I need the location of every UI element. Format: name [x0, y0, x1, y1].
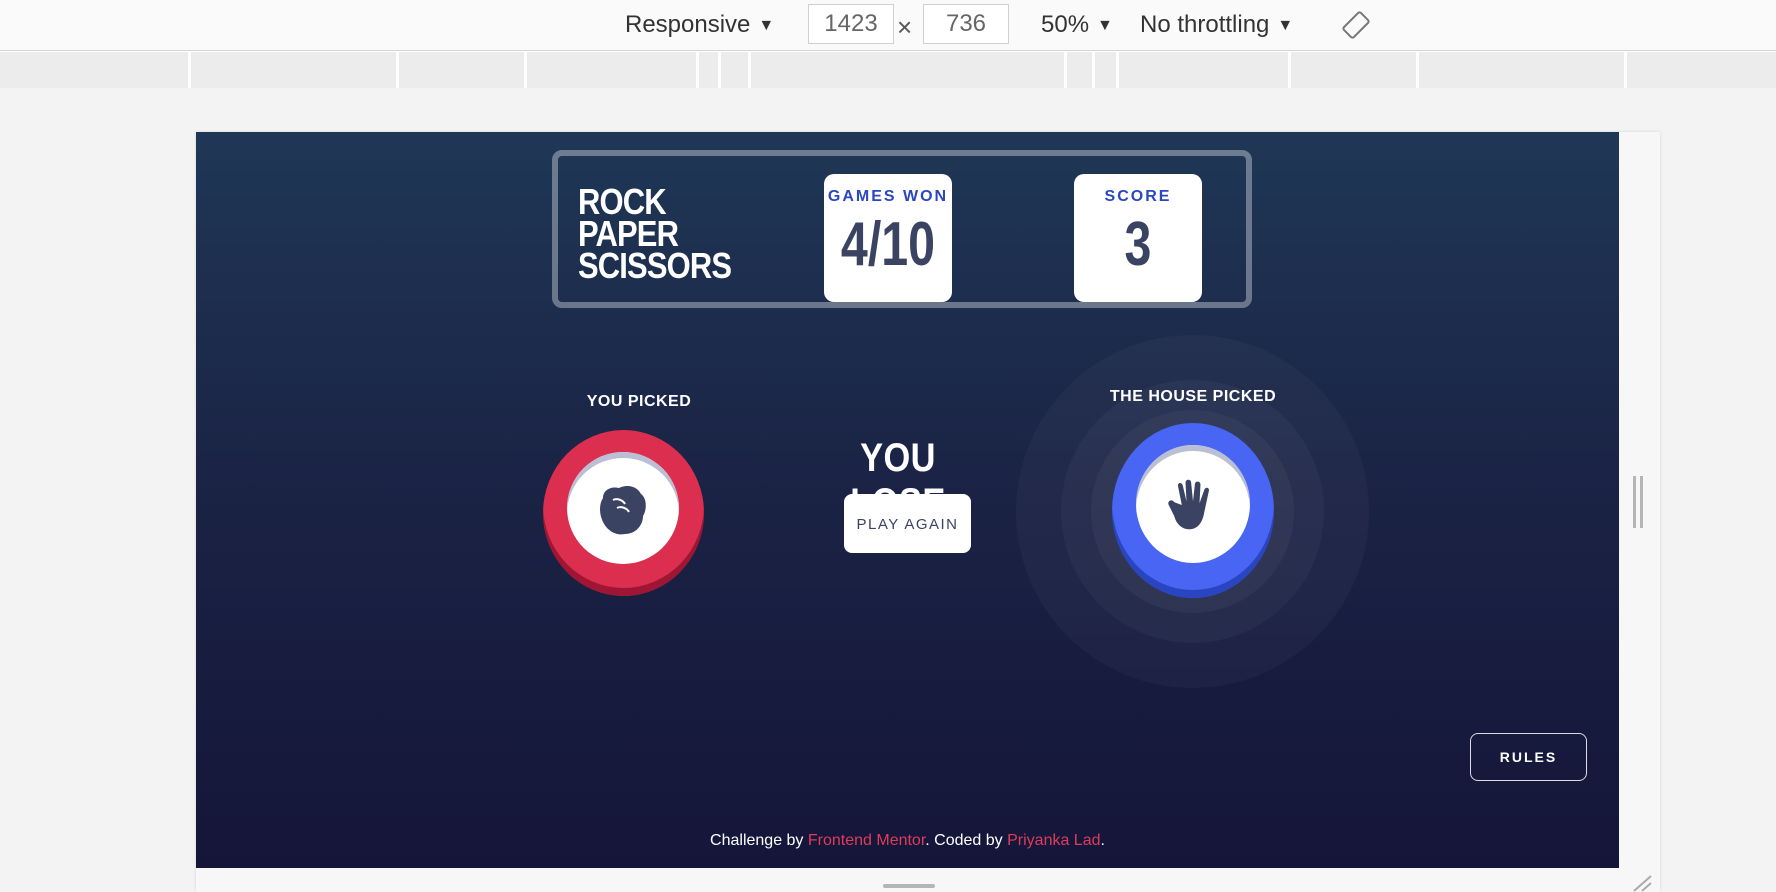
author-link[interactable]: Priyanka Lad	[1007, 832, 1100, 849]
device-select[interactable]: Responsive ▼	[625, 10, 774, 40]
zoom-select[interactable]: 50% ▼	[1041, 10, 1113, 40]
attribution-suffix: .	[1100, 832, 1105, 849]
games-won-box: GAMES WON 4/10	[824, 174, 952, 302]
house-picked-label: THE HOUSE PICKED	[1109, 388, 1277, 405]
resize-corner-icon[interactable]	[1632, 874, 1652, 892]
title-line-scissors: SCISSORS	[578, 245, 732, 286]
chevron-down-icon: ▼	[1097, 17, 1113, 34]
throttling-select[interactable]: No throttling ▼	[1140, 10, 1293, 40]
score-value: 3	[1124, 210, 1152, 279]
media-query-bar	[0, 52, 1776, 88]
rock-icon	[600, 486, 646, 535]
player-rock-token	[543, 430, 704, 596]
devtools-toolbar: Responsive ▼ 1423 × 736 50% ▼ No throttlin…	[0, 0, 1776, 51]
width-input[interactable]: 1423	[808, 4, 894, 44]
game-page: ROCK PAPER SCISSORS GAMES WON 4/10 SCORE…	[196, 132, 1619, 868]
resize-handle-right[interactable]	[1633, 476, 1643, 528]
chevron-down-icon: ▼	[758, 17, 775, 34]
height-input[interactable]: 736	[923, 4, 1009, 44]
attribution: Challenge by Frontend Mentor. Coded by P…	[196, 832, 1619, 850]
score-label: SCORE	[1104, 188, 1172, 205]
games-won-label: GAMES WON	[827, 188, 949, 205]
score-box: SCORE 3	[1074, 174, 1202, 302]
games-won-value: 4/10	[840, 210, 936, 279]
paper-icon	[1168, 479, 1209, 530]
zoom-select-label: 50%	[1041, 11, 1090, 38]
game-title: ROCK PAPER SCISSORS	[578, 184, 732, 286]
house-paper-token	[1112, 423, 1274, 598]
rotate-icon[interactable]	[1341, 10, 1371, 40]
house-token-inner	[1136, 445, 1250, 563]
device-select-label: Responsive	[625, 11, 751, 38]
throttling-select-label: No throttling	[1140, 11, 1270, 38]
attribution-middle: . Coded by	[925, 832, 1008, 849]
chevron-down-icon: ▼	[1277, 17, 1294, 34]
play-again-button[interactable]: PLAY AGAIN	[844, 494, 971, 553]
resize-handle-bottom[interactable]	[883, 884, 935, 888]
dimension-separator: ×	[897, 12, 913, 42]
you-picked-label: YOU PICKED	[586, 393, 692, 410]
rules-button[interactable]: RULES	[1470, 733, 1587, 781]
attribution-prefix: Challenge by	[710, 832, 808, 849]
frontend-mentor-link[interactable]: Frontend Mentor	[808, 832, 925, 849]
score-header: ROCK PAPER SCISSORS GAMES WON 4/10 SCORE…	[552, 150, 1252, 308]
player-token-inner	[567, 452, 679, 564]
